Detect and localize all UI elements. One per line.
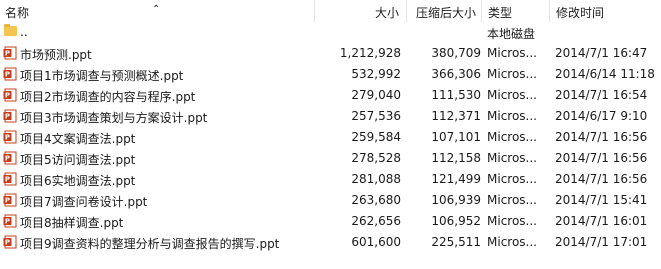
- item-compressed-size: 121,499: [431, 172, 481, 186]
- item-type: Micros...: [487, 109, 537, 123]
- powerpoint-file-icon: P: [3, 46, 17, 60]
- item-size: 601,600: [351, 235, 401, 249]
- list-item-parent-folder[interactable]: .. 本地磁盘: [0, 22, 661, 43]
- column-header-size[interactable]: 大小: [375, 4, 399, 21]
- svg-text:P: P: [5, 197, 10, 205]
- item-name: 项目7调查问卷设计.ppt: [20, 195, 148, 209]
- item-size: 532,992: [351, 67, 401, 81]
- list-item[interactable]: P 项目5访问调查法.ppt 278,528 112,158 Micros... 2014…: [0, 148, 661, 169]
- item-name: 项目9调查资料的整理分析与调查报告的撰写.ppt: [20, 237, 280, 251]
- item-modified: 2014/6/17 9:10: [555, 109, 648, 123]
- item-type: Micros...: [487, 214, 537, 228]
- item-name: 市场预测.ppt: [20, 48, 92, 62]
- column-divider[interactable]: [406, 0, 407, 22]
- item-name: 项目8抽样调查.ppt: [20, 216, 124, 230]
- column-header-compressed-size[interactable]: 压缩后大小: [416, 4, 476, 21]
- item-name: 项目1市场调查与预测概述.ppt: [20, 69, 184, 83]
- item-modified: 2014/7/1 15:41: [555, 193, 648, 207]
- item-type: Micros...: [487, 130, 537, 144]
- item-compressed-size: 107,101: [431, 130, 481, 144]
- item-modified: 2014/7/1 16:54: [555, 88, 648, 102]
- column-divider[interactable]: [481, 0, 482, 22]
- svg-text:P: P: [5, 71, 10, 79]
- item-size: 257,536: [351, 109, 401, 123]
- folder-icon: [4, 24, 17, 36]
- column-header-modified[interactable]: 修改时间: [556, 4, 604, 21]
- item-type: Micros...: [487, 88, 537, 102]
- item-modified: 2014/7/1 16:01: [555, 214, 648, 228]
- item-compressed-size: 106,952: [431, 214, 481, 228]
- item-size: 263,680: [351, 193, 401, 207]
- column-header-type[interactable]: 类型: [488, 4, 512, 21]
- list-item[interactable]: P 项目9调查资料的整理分析与调查报告的撰写.ppt 601,600 225,511 M…: [0, 232, 661, 253]
- svg-text:P: P: [5, 92, 10, 100]
- item-compressed-size: 112,158: [431, 151, 481, 165]
- svg-text:P: P: [5, 176, 10, 184]
- item-size: 259,584: [351, 130, 401, 144]
- item-size: 1,212,928: [339, 46, 401, 60]
- svg-text:P: P: [5, 155, 10, 163]
- item-compressed-size: 366,306: [431, 67, 481, 81]
- item-name: 项目4文案调查法.ppt: [20, 132, 136, 146]
- powerpoint-file-icon: P: [3, 151, 17, 165]
- item-modified: 2014/7/1 16:56: [555, 130, 648, 144]
- list-item[interactable]: P 项目4文案调查法.ppt 259,584 107,101 Micros... 2014…: [0, 127, 661, 148]
- column-divider[interactable]: [549, 0, 550, 22]
- column-header-name[interactable]: 名称: [5, 4, 29, 21]
- item-type: 本地磁盘: [487, 27, 536, 41]
- item-name: ..: [20, 25, 28, 39]
- powerpoint-file-icon: P: [3, 67, 17, 81]
- list-item[interactable]: P 项目3市场调查策划与方案设计.ppt 257,536 112,371 Micros.…: [0, 106, 661, 127]
- item-compressed-size: 106,939: [431, 193, 481, 207]
- item-compressed-size: 225,511: [431, 235, 481, 249]
- list-item[interactable]: P 项目1市场调查与预测概述.ppt 532,992 366,306 Micros...…: [0, 64, 661, 85]
- list-item[interactable]: P 项目7调查问卷设计.ppt 263,680 106,939 Micros... 201…: [0, 190, 661, 211]
- item-type: Micros...: [487, 172, 537, 186]
- item-type: Micros...: [487, 67, 537, 81]
- svg-text:P: P: [5, 50, 10, 58]
- column-header-bar: 名称 ⌃ 大小 压缩后大小 类型 修改时间: [0, 0, 661, 22]
- item-modified: 2014/7/1 16:47: [555, 46, 648, 60]
- svg-text:P: P: [5, 113, 10, 121]
- list-item[interactable]: P 市场预测.ppt 1,212,928 380,709 Micros... 2014/7…: [0, 43, 661, 64]
- item-type: Micros...: [487, 151, 537, 165]
- item-name: 项目5访问调查法.ppt: [20, 153, 136, 167]
- powerpoint-file-icon: P: [3, 130, 17, 144]
- item-size: 278,528: [351, 151, 401, 165]
- powerpoint-file-icon: P: [3, 214, 17, 228]
- item-size: 281,088: [351, 172, 401, 186]
- powerpoint-file-icon: P: [3, 193, 17, 207]
- list-item[interactable]: P 项目8抽样调查.ppt 262,656 106,952 Micros... 2014/…: [0, 211, 661, 232]
- list-item[interactable]: P 项目2市场调查的内容与程序.ppt 279,040 111,530 Micros..…: [0, 85, 661, 106]
- sort-ascending-icon: ⌃: [152, 4, 161, 15]
- item-name: 项目6实地调查法.ppt: [20, 174, 136, 188]
- powerpoint-file-icon: P: [3, 235, 17, 249]
- item-size: 262,656: [351, 214, 401, 228]
- item-name: 项目3市场调查策划与方案设计.ppt: [20, 111, 208, 125]
- item-size: 279,040: [351, 88, 401, 102]
- item-compressed-size: 111,530: [431, 88, 481, 102]
- item-modified: 2014/7/1 17:01: [555, 235, 648, 249]
- item-type: Micros...: [487, 46, 537, 60]
- item-name: 项目2市场调查的内容与程序.ppt: [20, 90, 196, 104]
- item-modified: 2014/7/1 16:56: [555, 151, 648, 165]
- item-compressed-size: 112,371: [431, 109, 481, 123]
- item-type: Micros...: [487, 235, 537, 249]
- item-type: Micros...: [487, 193, 537, 207]
- item-modified: 2014/7/1 16:56: [555, 172, 648, 186]
- column-divider[interactable]: [314, 0, 315, 22]
- svg-text:P: P: [5, 239, 10, 247]
- powerpoint-file-icon: P: [3, 88, 17, 102]
- powerpoint-file-icon: P: [3, 109, 17, 123]
- item-modified: 2014/6/14 11:18: [555, 67, 655, 81]
- svg-text:P: P: [5, 218, 10, 226]
- svg-text:P: P: [5, 134, 10, 142]
- powerpoint-file-icon: P: [3, 172, 17, 186]
- item-compressed-size: 380,709: [431, 46, 481, 60]
- list-item[interactable]: P 项目6实地调查法.ppt 281,088 121,499 Micros... 2014…: [0, 169, 661, 190]
